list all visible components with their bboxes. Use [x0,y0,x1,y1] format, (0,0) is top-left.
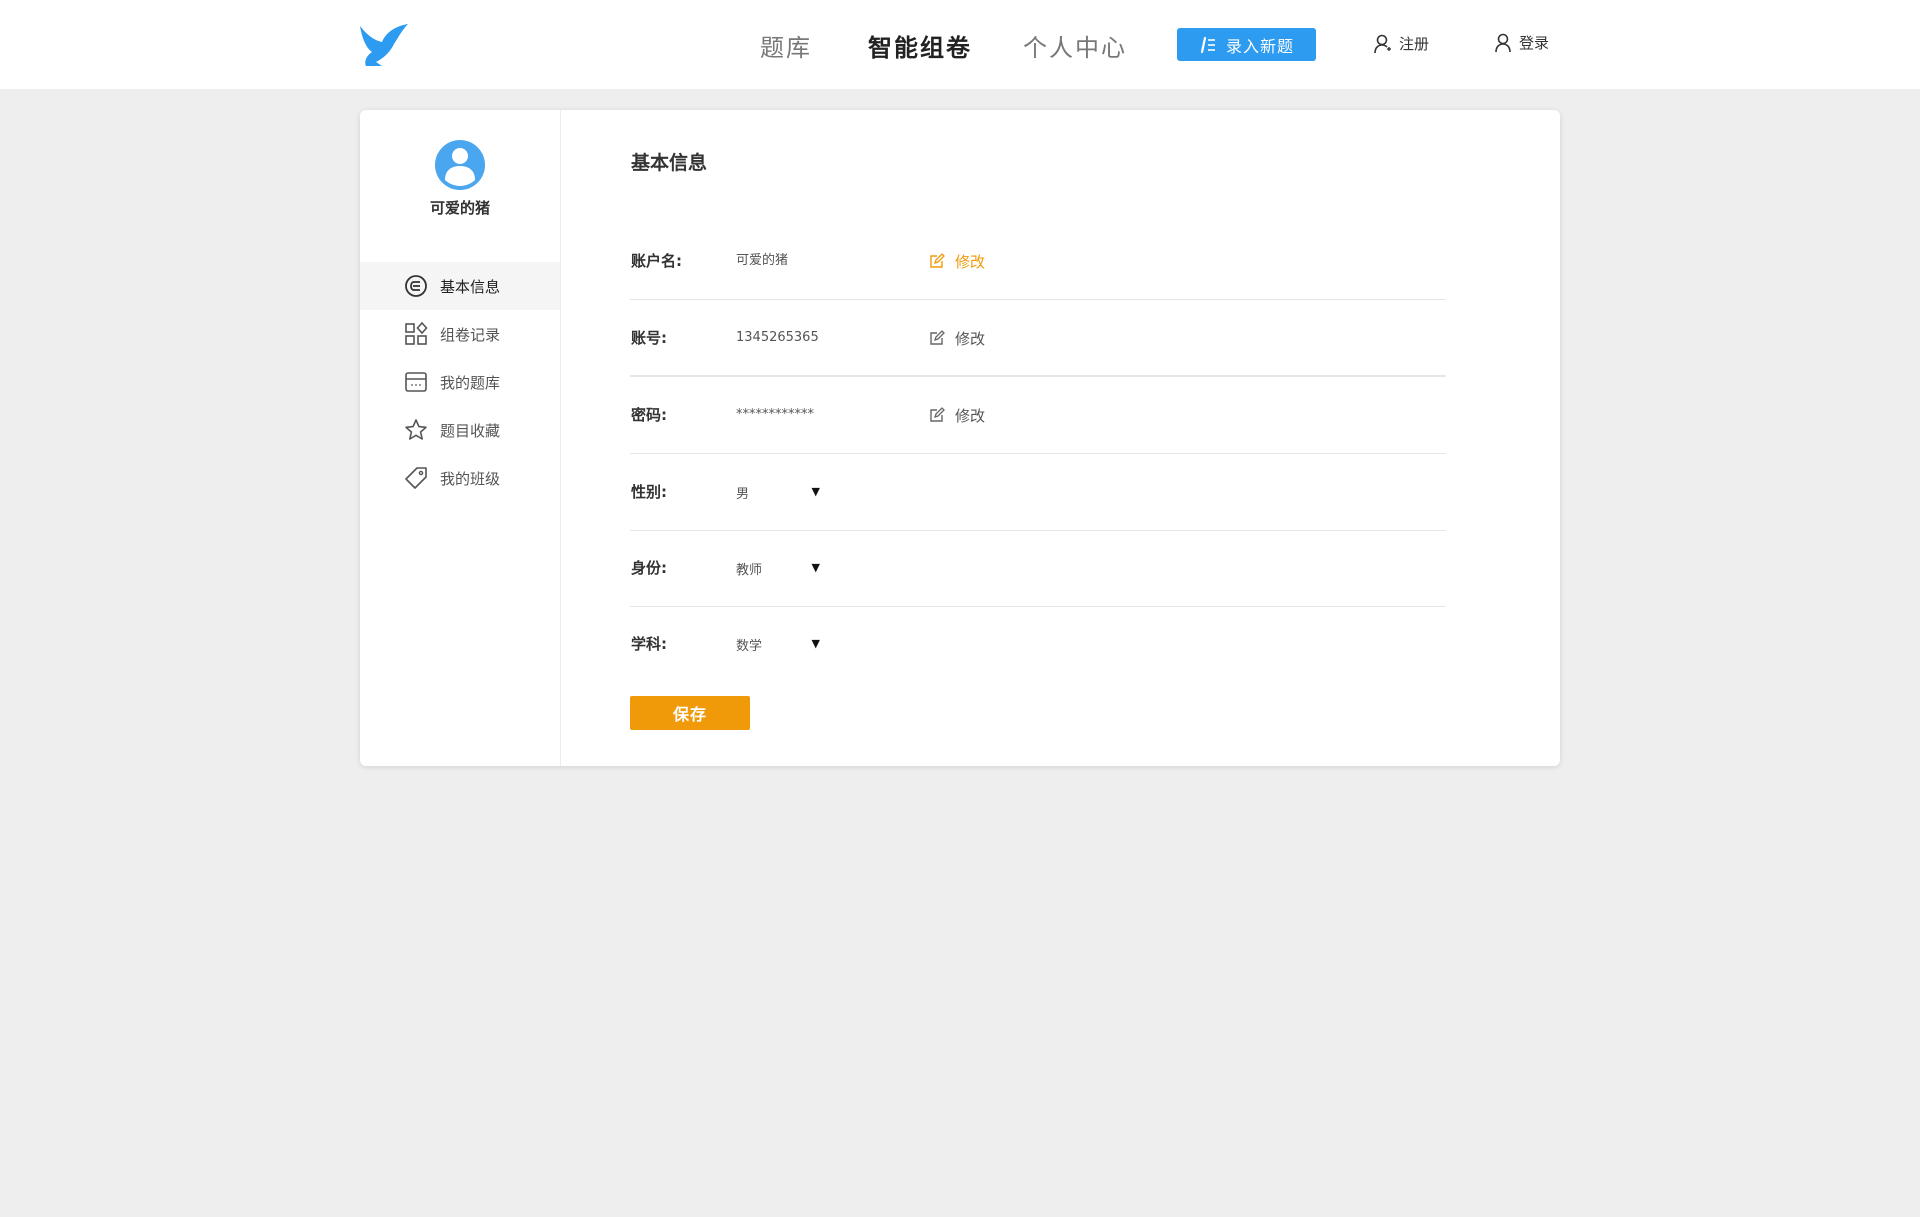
sidebar-item-my-class[interactable]: 我的班级 [360,454,560,502]
register-link[interactable]: 注册 [1374,33,1429,54]
user-icon [1495,33,1511,52]
edit-icon [930,407,945,422]
edit-account-name-button[interactable]: 修改 [929,223,985,299]
edit-account-button[interactable]: 修改 [929,300,985,376]
top-navbar: 题库 智能组卷 个人中心 录入新题 注册 登录 [0,0,1920,89]
caret-down-icon: ▼ [811,637,820,650]
login-link[interactable]: 登录 [1494,32,1549,53]
caret-down-icon: ▼ [811,561,820,574]
gender-value: 男 [736,486,750,502]
nav-smart-paper[interactable]: 智能组卷 [868,28,972,63]
field-row-account: 账号: 1345265365 修改 [630,300,1446,377]
save-button[interactable]: 保存 [630,696,750,730]
account-label: 账号: [631,329,667,347]
sidebar-item-label: 基本信息 [440,277,501,296]
field-row-subject: 学科: 数学 ▼ [630,606,1446,682]
sidebar-item-label: 题目收藏 [440,421,501,440]
account-name-label: 账户名: [631,252,682,270]
apps-icon [404,322,428,346]
sidebar-item-favorites[interactable]: 题目收藏 [360,406,560,454]
account-value: 1345265365 [736,330,819,345]
edit-label: 修改 [955,329,986,348]
password-value: ************ [736,407,814,422]
subject-value: 数学 [736,638,763,654]
nav-personal-center[interactable]: 个人中心 [1023,28,1127,63]
edit-password-button[interactable]: 修改 [929,377,985,453]
role-label: 身份: [631,559,667,577]
field-row-gender: 性别: 男 ▼ [630,454,1446,531]
field-row-password: 密码: ************ 修改 [630,377,1446,454]
star-icon [404,418,428,442]
subject-select[interactable]: 数学 ▼ [736,632,820,656]
new-question-label: 录入新题 [1225,36,1294,56]
password-label: 密码: [631,406,667,424]
sidebar-item-label: 我的班级 [440,469,501,488]
sidebar-item-my-bank[interactable]: 我的题库 [360,358,560,406]
edit-label: 修改 [955,252,986,271]
sidebar-menu: 基本信息 组卷记录 我的题库 题目收藏 我的班级 [360,262,560,502]
user-avatar-icon [435,140,485,190]
role-select[interactable]: 教师 ▼ [736,556,820,580]
edit-icon [930,253,945,268]
new-question-button[interactable]: 录入新题 [1177,28,1316,61]
gender-label: 性别: [631,483,667,501]
caret-down-icon: ▼ [811,485,820,498]
gender-select[interactable]: 男 ▼ [736,480,820,504]
nav-question-bank[interactable]: 题库 [760,28,812,63]
calendar-icon [404,370,428,394]
subject-label: 学科: [631,635,667,653]
sidebar-item-paper-records[interactable]: 组卷记录 [360,310,560,358]
sidebar: 可爱的猪 基本信息 组卷记录 我的题库 题目收藏 我的班级 [360,110,561,766]
form-rows: 账户名: 可爱的猪 修改 账号: 1345265365 修改 密码: *****… [630,110,1450,766]
sidebar-item-basic-info[interactable]: 基本信息 [360,262,560,310]
info-circle-icon [404,274,428,298]
field-row-role: 身份: 教师 ▼ [630,530,1446,607]
edit-label: 修改 [955,406,986,425]
edit-icon [930,330,945,345]
sidebar-item-label: 组卷记录 [440,325,501,344]
role-value: 教师 [736,562,763,578]
register-label: 注册 [1399,35,1430,53]
account-name-value: 可爱的猪 [736,253,789,268]
sidebar-item-label: 我的题库 [440,373,501,392]
user-add-icon [1374,34,1391,53]
login-label: 登录 [1519,34,1550,52]
tag-icon [404,466,428,490]
bird-logo-icon[interactable] [358,22,410,68]
field-row-account-name: 账户名: 可爱的猪 修改 [630,223,1446,300]
edit-list-icon [1200,36,1215,53]
username: 可爱的猪 [429,199,490,217]
